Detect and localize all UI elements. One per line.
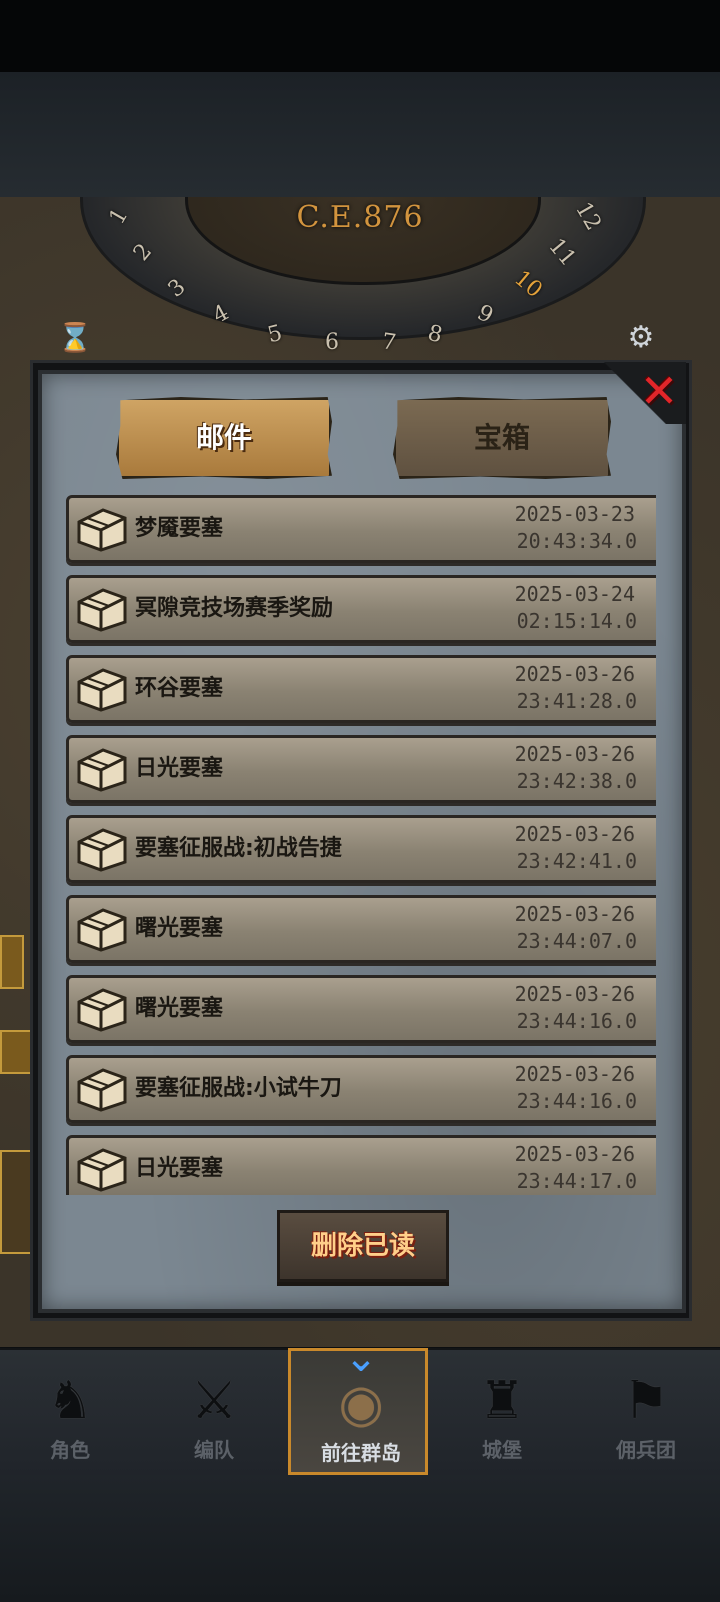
mail-date: 2025-03-24 — [514, 582, 635, 606]
dial-number: 6 — [325, 330, 339, 355]
side-item — [0, 1030, 34, 1074]
castle-icon: ♜ — [478, 1371, 526, 1431]
knight-icon: ♞ — [46, 1371, 94, 1431]
mail-date: 2025-03-26 — [514, 902, 635, 926]
bottom-area — [0, 1475, 720, 1602]
mail-date: 2025-03-26 — [514, 1142, 635, 1166]
mail-date: 2025-03-26 — [514, 1062, 635, 1086]
mail-time: 23:44:16.0 — [516, 1089, 637, 1113]
mail-title: 曙光要塞 — [135, 996, 224, 1021]
mail-time: 23:42:41.0 — [516, 849, 637, 873]
squad-icon: ⚔ — [190, 1371, 238, 1431]
close-icon[interactable]: ✕ — [636, 368, 682, 414]
nav-castle[interactable]: ♜ 城堡 — [432, 1348, 572, 1475]
mail-date: 2025-03-26 — [514, 982, 635, 1006]
mail-title: 梦魇要塞 — [135, 516, 224, 541]
chest-icon — [73, 744, 131, 794]
chest-icon — [73, 664, 131, 714]
nav-label: 编队 — [194, 1438, 234, 1462]
mail-item[interactable]: 要塞征服战:小试牛刀 2025-03-26 23:44:16.0 — [66, 1055, 656, 1123]
nav-character[interactable]: ♞ 角色 — [0, 1348, 140, 1475]
mail-item[interactable]: 梦魇要塞 2025-03-23 20:43:34.0 — [66, 495, 656, 563]
mercenary-icon: ⚑ — [622, 1371, 670, 1431]
chevron-down-icon: ⌄ — [344, 1335, 378, 1381]
mail-title: 环谷要塞 — [135, 676, 224, 701]
chest-icon — [73, 824, 131, 874]
mail-title: 日光要塞 — [135, 756, 224, 781]
hourglass-icon[interactable]: ⌛ — [55, 318, 95, 358]
mail-time: 02:15:14.0 — [516, 609, 637, 633]
mail-title: 要塞征服战:初战告捷 — [135, 836, 342, 861]
gear-icon[interactable]: ⚙ — [618, 318, 664, 358]
top-banner — [0, 72, 720, 197]
mail-time: 23:44:07.0 — [516, 929, 637, 953]
nav-mercenary[interactable]: ⚑ 佣兵团 — [576, 1348, 716, 1475]
mail-time: 23:42:38.0 — [516, 769, 637, 793]
mail-date: 2025-03-23 — [514, 502, 635, 526]
nav-label: 前往群岛 — [321, 1441, 401, 1465]
delete-read-button[interactable]: 删除已读 — [277, 1210, 449, 1282]
mail-date: 2025-03-26 — [514, 662, 635, 686]
mail-title: 冥隙竞技场赛季奖励 — [135, 596, 334, 621]
side-item — [0, 935, 24, 989]
chest-icon — [73, 904, 131, 954]
side-item — [0, 1150, 34, 1254]
chest-icon — [73, 1064, 131, 1114]
nav-label: 城堡 — [482, 1438, 522, 1462]
mail-item[interactable]: 日光要塞 2025-03-26 23:44:17.0 — [66, 1135, 656, 1195]
nav-squad[interactable]: ⚔ 编队 — [144, 1348, 284, 1475]
mail-item[interactable]: 要塞征服战:初战告捷 2025-03-26 23:42:41.0 — [66, 815, 656, 883]
chest-icon — [73, 984, 131, 1034]
mail-item[interactable]: 曙光要塞 2025-03-26 23:44:07.0 — [66, 895, 656, 963]
mail-item[interactable]: 环谷要塞 2025-03-26 23:41:28.0 — [66, 655, 656, 723]
mail-title: 要塞征服战:小试牛刀 — [135, 1076, 342, 1101]
mail-date: 2025-03-26 — [514, 822, 635, 846]
mail-item[interactable]: 冥隙竞技场赛季奖励 2025-03-24 02:15:14.0 — [66, 575, 656, 643]
mail-title: 曙光要塞 — [135, 916, 224, 941]
chest-icon — [73, 504, 131, 554]
tab-chest[interactable]: 宝箱 — [393, 397, 611, 479]
mail-time: 20:43:34.0 — [516, 529, 637, 553]
mail-list[interactable]: 梦魇要塞 2025-03-23 20:43:34.0 冥隙竞技场赛季奖励 2025-03… — [66, 495, 656, 1195]
mail-time: 23:44:16.0 — [516, 1009, 637, 1033]
tab-mail[interactable]: 邮件 — [116, 397, 332, 479]
nav-label: 角色 — [50, 1438, 90, 1462]
nav-label: 佣兵团 — [616, 1438, 676, 1462]
mail-date: 2025-03-26 — [514, 742, 635, 766]
mail-item[interactable]: 日光要塞 2025-03-26 23:42:38.0 — [66, 735, 656, 803]
mail-time: 23:41:28.0 — [516, 689, 637, 713]
chest-icon — [73, 1144, 131, 1194]
chest-icon — [73, 584, 131, 634]
status-bar — [0, 0, 720, 72]
mail-time: 23:44:17.0 — [516, 1169, 637, 1193]
mail-title: 日光要塞 — [135, 1156, 224, 1181]
mail-item[interactable]: 曙光要塞 2025-03-26 23:44:16.0 — [66, 975, 656, 1043]
